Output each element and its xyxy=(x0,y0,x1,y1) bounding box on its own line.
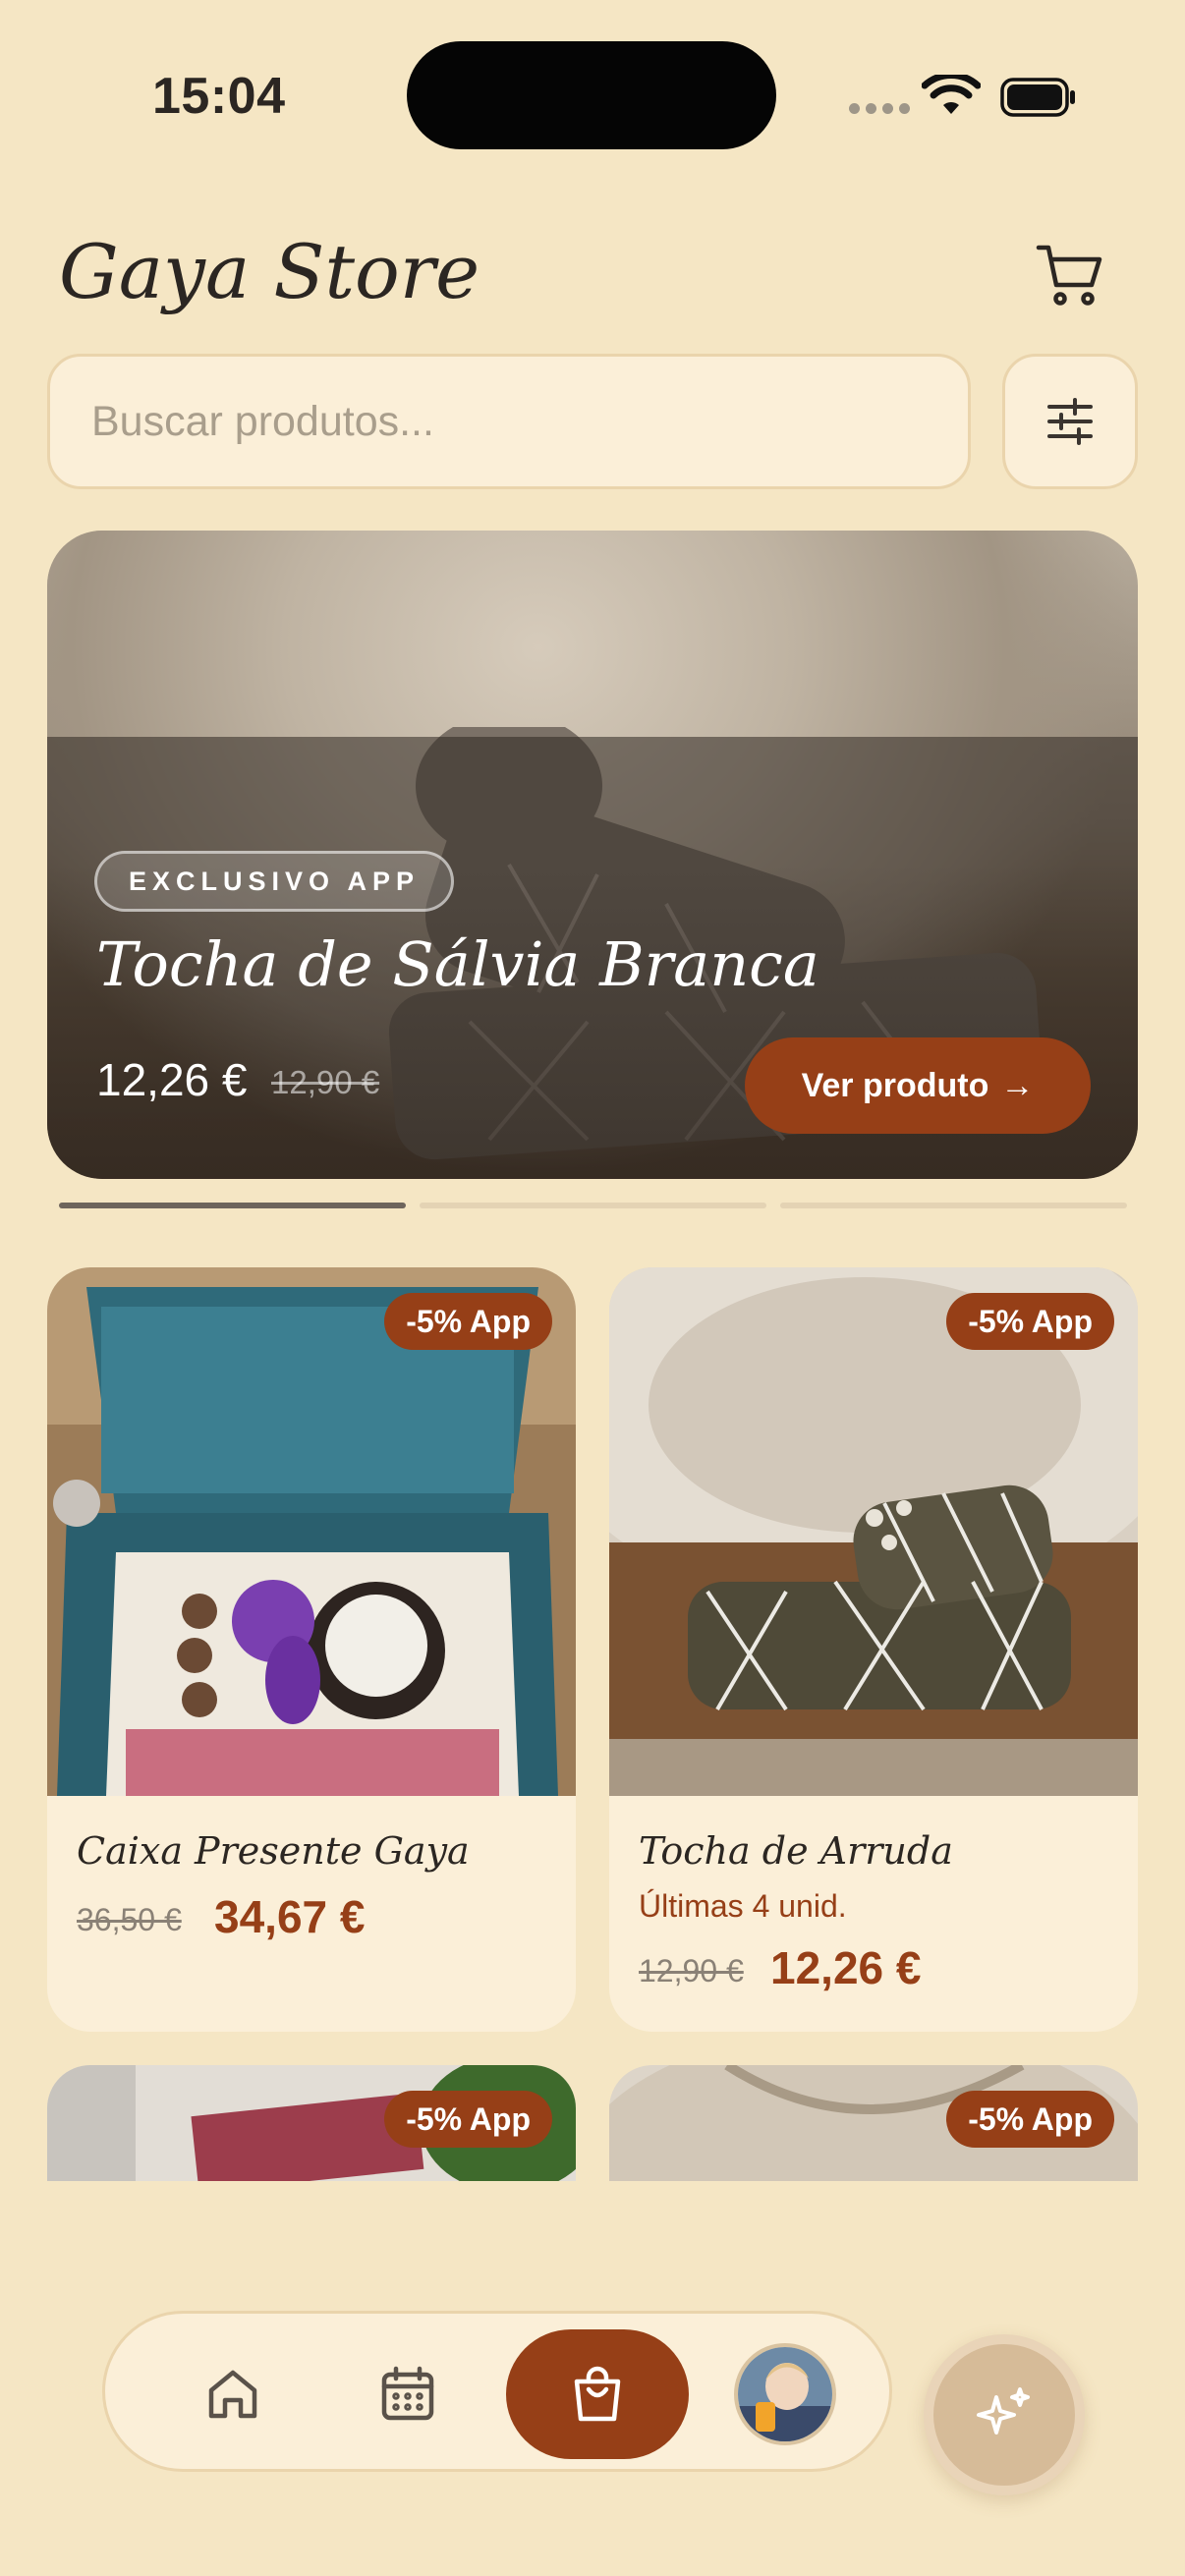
exclusive-badge: EXCLUSIVO APP xyxy=(94,851,455,912)
bottom-nav xyxy=(102,2311,892,2472)
carousel-pager[interactable] xyxy=(59,1203,1127,1208)
product-old-price: 36,50 € xyxy=(77,1902,182,1937)
product-card[interactable]: -5% App xyxy=(47,2065,576,2181)
nav-home[interactable] xyxy=(154,2314,311,2475)
pager-dot[interactable] xyxy=(780,1203,1127,1208)
view-product-button[interactable]: Ver produto → xyxy=(745,1037,1091,1134)
arrow-right-icon: → xyxy=(1000,1066,1035,1104)
discount-badge: -5% App xyxy=(384,2091,552,2148)
dynamic-island xyxy=(407,41,776,149)
banner-title: Tocha de Sálvia Branca xyxy=(96,928,819,1000)
product-name: Tocha de Arruda xyxy=(639,1829,953,1873)
banner-old-price: 12,90 € xyxy=(271,1064,380,1100)
wifi-icon xyxy=(922,75,981,114)
assistant-button[interactable] xyxy=(924,2334,1085,2495)
product-name: Caixa Presente Gaya xyxy=(77,1829,470,1873)
product-old-price: 12,90 € xyxy=(639,1953,744,1988)
view-product-label: Ver produto xyxy=(801,1066,989,1104)
product-price: 12,26 € xyxy=(770,1942,922,1993)
pager-dot-active[interactable] xyxy=(59,1203,406,1208)
banner-price: 12,26 € xyxy=(96,1054,248,1105)
nav-shop[interactable] xyxy=(506,2329,689,2459)
battery-icon xyxy=(1000,78,1075,117)
search-input[interactable] xyxy=(91,397,968,446)
pager-dot[interactable] xyxy=(420,1203,766,1208)
home-icon xyxy=(208,2370,257,2419)
shopping-bag-icon xyxy=(574,2366,621,2422)
discount-badge: -5% App xyxy=(946,2091,1114,2148)
stock-warning: Últimas 4 unid. xyxy=(639,1888,847,1924)
calendar-icon xyxy=(381,2366,434,2421)
product-card[interactable]: -5% App xyxy=(609,2065,1138,2181)
status-time: 15:04 xyxy=(152,68,286,125)
discount-badge: -5% App xyxy=(946,1293,1114,1350)
discount-badge: -5% App xyxy=(384,1293,552,1350)
cellular-signal-icon xyxy=(849,103,910,114)
featured-banner[interactable]: EXCLUSIVO APP Tocha de Sálvia Branca 12,… xyxy=(47,531,1138,1179)
product-card[interactable]: -5% App Caixa Presente Gaya 36,50 € 34,6… xyxy=(47,1267,576,2032)
filter-button[interactable] xyxy=(1002,354,1138,489)
nav-calendar[interactable] xyxy=(329,2314,486,2475)
profile-avatar[interactable] xyxy=(734,2343,836,2445)
sparkles-icon xyxy=(977,2387,1030,2435)
product-card[interactable]: -5% App Tocha de Arruda Últimas 4 unid. … xyxy=(609,1267,1138,2032)
search-field[interactable] xyxy=(47,354,971,489)
filter-icon xyxy=(1047,398,1093,445)
product-price: 34,67 € xyxy=(214,1891,366,1942)
store-title: Gaya Store xyxy=(59,228,480,315)
cart-icon[interactable] xyxy=(1035,240,1105,310)
